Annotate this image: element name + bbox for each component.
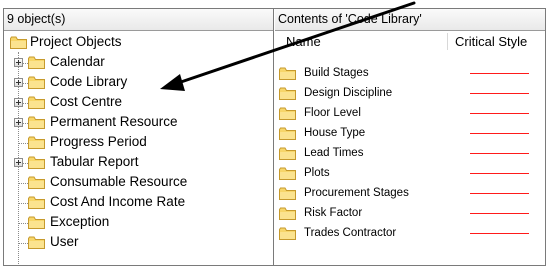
tree-branch-line <box>19 223 28 224</box>
critical-style-line <box>470 93 529 94</box>
folder-icon <box>28 96 45 109</box>
list-item-label: Plots <box>304 167 330 179</box>
tree-item-cost-centre[interactable]: Cost Centre <box>4 92 273 112</box>
list-item-house-type[interactable]: House Type <box>275 124 545 144</box>
tree-item-label: Code Library <box>50 74 128 89</box>
critical-style-line <box>470 173 529 174</box>
list-item-design-discipline[interactable]: Design Discipline <box>275 84 545 104</box>
tree-item-label: Cost And Income Rate <box>50 194 186 209</box>
folder-icon <box>28 136 45 149</box>
folder-icon <box>279 147 296 160</box>
contents-pane: Contents of 'Code Library' Name Critical… <box>275 9 545 265</box>
folder-icon <box>279 107 296 120</box>
column-divider[interactable] <box>447 33 448 50</box>
list-item-label: Risk Factor <box>304 207 363 219</box>
list-item-build-stages[interactable]: Build Stages <box>275 64 545 84</box>
contents-header: Contents of 'Code Library' <box>275 9 545 31</box>
tree-item-label: Tabular Report <box>50 154 139 169</box>
tree-item-user[interactable]: User <box>4 232 273 252</box>
tree-item-cost-and-income-rate[interactable]: Cost And Income Rate <box>4 192 273 212</box>
folder-icon <box>279 127 296 140</box>
folder-icon <box>279 187 296 200</box>
tree-item-progress-period[interactable]: Progress Period <box>4 132 273 152</box>
critical-style-line <box>470 73 529 74</box>
critical-style-line <box>470 193 529 194</box>
folder-icon <box>28 156 45 169</box>
tree-branch-line <box>19 143 28 144</box>
list-item-label: Floor Level <box>304 107 361 119</box>
expand-plus-icon[interactable] <box>14 118 23 127</box>
folder-icon <box>279 87 296 100</box>
expand-plus-icon[interactable] <box>14 158 23 167</box>
tree-item-exception[interactable]: Exception <box>4 212 273 232</box>
list-column-headers: Name Critical Style <box>275 31 545 51</box>
tree-branch-line <box>19 203 28 204</box>
list-item-lead-times[interactable]: Lead Times <box>275 144 545 164</box>
tree-branch-line <box>19 183 28 184</box>
tree-item-label: User <box>50 234 79 249</box>
object-tree-pane: 9 object(s) Project Objects Calendar Cod… <box>4 9 274 265</box>
list-item-label: Build Stages <box>304 67 369 79</box>
folder-icon <box>279 67 296 80</box>
critical-style-line <box>470 233 529 234</box>
list-item-label: Design Discipline <box>304 87 393 99</box>
list-item-label: House Type <box>304 127 366 139</box>
folder-icon <box>279 227 296 240</box>
tree-item-tabular-report[interactable]: Tabular Report <box>4 152 273 172</box>
critical-style-line <box>470 153 529 154</box>
tree-item-code-library[interactable]: Code Library <box>4 72 273 92</box>
critical-style-line <box>470 133 529 134</box>
critical-style-line <box>470 213 529 214</box>
expand-plus-icon[interactable] <box>14 98 23 107</box>
folder-icon <box>279 207 296 220</box>
tree-item-label: Progress Period <box>50 134 147 149</box>
tree-item-project-objects[interactable]: Project Objects <box>4 32 273 52</box>
object-browser-window: 9 object(s) Project Objects Calendar Cod… <box>3 8 546 266</box>
tree-item-label: Consumable Resource <box>50 174 188 189</box>
folder-icon <box>28 116 45 129</box>
folder-icon <box>28 176 45 189</box>
list-item-floor-level[interactable]: Floor Level <box>275 104 545 124</box>
list-item-label: Procurement Stages <box>304 187 409 199</box>
tree-item-permanent-resource[interactable]: Permanent Resource <box>4 112 273 132</box>
column-header-name[interactable]: Name <box>286 34 321 49</box>
tree-item-label: Exception <box>50 214 110 229</box>
list-item-label: Trades Contractor <box>304 227 397 239</box>
tree-item-label: Project Objects <box>30 34 122 49</box>
list-item-procurement-stages[interactable]: Procurement Stages <box>275 184 545 204</box>
object-count-header: 9 object(s) <box>4 9 273 31</box>
tree-item-label: Cost Centre <box>50 94 123 109</box>
tree-branch-line <box>19 243 28 244</box>
expand-plus-icon[interactable] <box>14 78 23 87</box>
list-item-trades-contractor[interactable]: Trades Contractor <box>275 224 545 244</box>
folder-icon <box>28 76 45 89</box>
folder-icon <box>28 196 45 209</box>
folder-icon <box>28 216 45 229</box>
expand-plus-icon[interactable] <box>14 58 23 67</box>
folder-icon <box>10 36 27 49</box>
list-item-label: Lead Times <box>304 147 364 159</box>
folder-icon <box>279 167 296 180</box>
list-item-plots[interactable]: Plots <box>275 164 545 184</box>
critical-style-line <box>470 113 529 114</box>
folder-icon <box>28 56 45 69</box>
column-header-critical-style[interactable]: Critical Style <box>455 34 527 49</box>
folder-icon <box>28 236 45 249</box>
tree-item-consumable-resource[interactable]: Consumable Resource <box>4 172 273 192</box>
tree-item-calendar[interactable]: Calendar <box>4 52 273 72</box>
list-item-risk-factor[interactable]: Risk Factor <box>275 204 545 224</box>
tree-item-label: Calendar <box>50 54 105 69</box>
tree-item-label: Permanent Resource <box>50 114 178 129</box>
